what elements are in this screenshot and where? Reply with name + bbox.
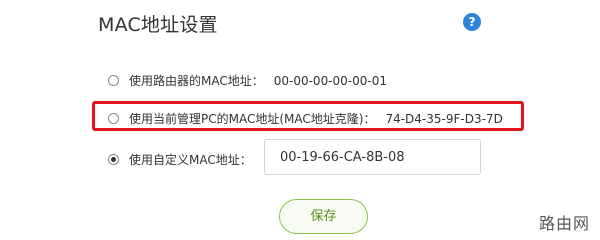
custom-mac-label: 使用自定义MAC地址： (129, 153, 252, 167)
router-mac-option[interactable]: 使用路由器的MAC地址： 00-00-00-00-00-01 (108, 72, 387, 89)
clone-mac-option[interactable]: 使用当前管理PC的MAC地址(MAC地址克隆)： 74-D4-35-9F-D3-… (108, 110, 503, 127)
router-mac-label: 使用路由器的MAC地址： (129, 74, 264, 88)
clone-mac-label: 使用当前管理PC的MAC地址(MAC地址克隆)： (129, 112, 376, 126)
help-icon[interactable]: ? (463, 13, 481, 31)
router-mac-value: 00-00-00-00-00-01 (273, 73, 388, 88)
save-button[interactable]: 保存 (279, 199, 368, 234)
clone-mac-radio[interactable] (108, 113, 119, 124)
router-mac-radio[interactable] (108, 75, 119, 86)
page-title: MAC地址设置 (98, 14, 218, 36)
watermark-logo: 路由网 (539, 214, 591, 233)
custom-mac-radio[interactable] (108, 154, 119, 165)
clone-mac-value: 74-D4-35-9F-D3-7D (385, 111, 503, 126)
custom-mac-option[interactable]: 使用自定义MAC地址： (108, 151, 252, 168)
custom-mac-input[interactable] (264, 139, 481, 175)
